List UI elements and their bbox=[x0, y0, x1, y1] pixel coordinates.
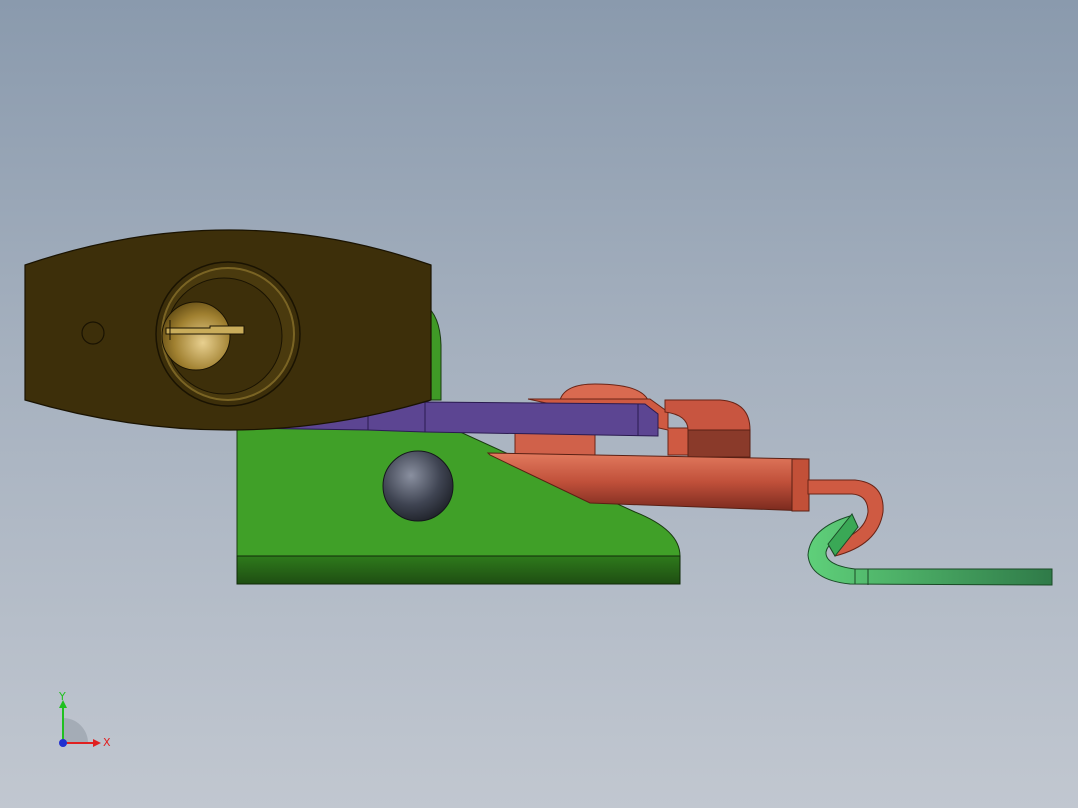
latch-hook-face bbox=[687, 429, 751, 458]
x-axis-arrow bbox=[93, 739, 101, 747]
latch-knuckle-top bbox=[559, 383, 649, 401]
cad-viewport[interactable]: Y X bbox=[0, 0, 1078, 808]
coordinate-triad: Y X bbox=[58, 690, 111, 749]
latch-block bbox=[514, 431, 596, 457]
triad-sector bbox=[63, 718, 88, 743]
z-axis-dot bbox=[59, 739, 67, 747]
rod-end bbox=[791, 458, 810, 512]
base-plate bbox=[236, 555, 681, 585]
model-canvas[interactable]: Y X bbox=[0, 0, 1078, 808]
x-axis-label: X bbox=[103, 736, 111, 749]
y-axis-label: Y bbox=[58, 690, 66, 703]
knob[interactable] bbox=[382, 450, 454, 522]
lock-cylinder[interactable] bbox=[161, 301, 231, 371]
